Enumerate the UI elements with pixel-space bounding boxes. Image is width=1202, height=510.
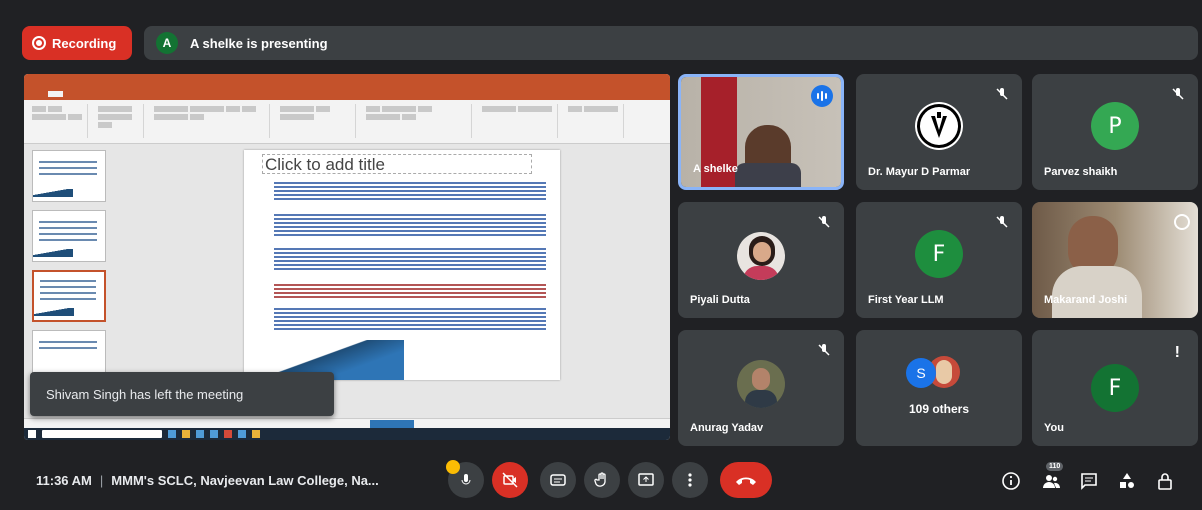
camera-off-icon (502, 472, 518, 488)
slide-bullet (274, 212, 546, 236)
presenting-bar: A A shelke is presenting (144, 26, 1198, 60)
windows-taskbar (24, 428, 670, 440)
people-icon (1043, 475, 1061, 488)
participant-count-badge: 110 (1046, 462, 1064, 471)
record-icon (32, 36, 46, 50)
recording-label: Recording (52, 35, 117, 51)
ppt-title-bar (24, 74, 670, 88)
more-options-button[interactable] (672, 462, 708, 498)
slide-bullet (274, 306, 546, 332)
participant-avatar (737, 360, 785, 408)
current-slide[interactable]: Click to add title (244, 150, 560, 380)
participant-tile[interactable]: A shelke (678, 74, 844, 190)
taskbar-search[interactable] (42, 430, 162, 438)
participant-tile[interactable]: Makarand Joshi (1032, 202, 1198, 318)
participant-name: You (1044, 422, 1064, 434)
participant-avatar (915, 102, 963, 150)
participant-name: Dr. Mayur D Parmar (868, 166, 971, 178)
group-avatar: S (906, 358, 936, 388)
mic-off-icon (996, 216, 1008, 228)
info-icon (1002, 472, 1020, 490)
people-button[interactable]: 110 (1040, 462, 1064, 492)
mic-off-icon (1172, 88, 1184, 100)
mic-off-icon (818, 216, 830, 228)
mic-icon (461, 474, 471, 485)
participant-name: Piyali Dutta (690, 294, 750, 306)
slide-bullet (274, 282, 546, 300)
slide-thumbnail[interactable] (32, 210, 106, 262)
microphone-button[interactable] (446, 460, 484, 498)
slide-bullet (274, 246, 546, 272)
chat-button[interactable] (1078, 470, 1100, 492)
participant-name: A shelke (693, 163, 738, 175)
mic-off-icon (996, 88, 1008, 100)
recording-indicator[interactable]: Recording (22, 26, 132, 60)
bottom-control-bar: 11:36 AM | MMM's SCLC, Navjeevan Law Colle… (0, 456, 1202, 510)
presenter-avatar: A (156, 32, 178, 54)
slide-thumbnail-selected[interactable] (32, 270, 106, 322)
participant-tile[interactable]: S 109 others (856, 330, 1022, 446)
speaking-indicator-icon (811, 85, 833, 107)
alert-icon[interactable]: ! (1175, 344, 1180, 362)
warning-badge-icon (446, 460, 460, 474)
meeting-info: 11:36 AM | MMM's SCLC, Navjeevan Law Colle… (36, 473, 379, 488)
camera-button[interactable] (492, 462, 528, 498)
host-controls-button[interactable] (1154, 470, 1176, 492)
top-bar: Recording A A shelke is presenting (22, 26, 1198, 60)
ppt-ribbon-tabs (24, 88, 670, 100)
participant-tile[interactable]: Piyali Dutta (678, 202, 844, 318)
meeting-details-button[interactable] (1000, 470, 1022, 492)
hang-up-icon (736, 477, 756, 485)
participant-name: Makarand Joshi (1044, 294, 1128, 306)
others-count: 109 others (908, 402, 970, 416)
participant-name: First Year LLM (868, 294, 944, 306)
captions-button[interactable] (540, 462, 576, 498)
more-vert-icon (688, 473, 692, 487)
participant-tile[interactable]: F First Year LLM (856, 202, 1022, 318)
participant-tile-self[interactable]: ! F You (1032, 330, 1198, 446)
pin-icon[interactable] (1174, 214, 1190, 230)
participant-name: Parvez shaikh (1044, 166, 1118, 178)
presenting-text: A shelke is presenting (190, 35, 328, 51)
chat-icon (1081, 473, 1097, 490)
toast-message: Shivam Singh has left the meeting (46, 386, 244, 402)
slide-title-placeholder[interactable]: Click to add title (262, 154, 532, 174)
activities-button[interactable] (1116, 470, 1138, 492)
present-icon (638, 473, 654, 486)
participant-avatar (737, 232, 785, 280)
leave-call-button[interactable] (720, 462, 772, 498)
ppt-ribbon (24, 100, 670, 144)
participant-avatar: F (915, 230, 963, 278)
participant-avatar: F (1091, 364, 1139, 412)
ppt-status-bar (24, 418, 670, 428)
meeting-name[interactable]: MMM's SCLC, Navjeevan Law College, Na... (111, 473, 379, 488)
slide-thumbnail[interactable] (32, 150, 106, 202)
participant-name: Anurag Yadav (690, 422, 764, 434)
mic-off-icon (818, 344, 830, 356)
participant-tile[interactable]: Dr. Mayur D Parmar (856, 74, 1022, 190)
raise-hand-button[interactable] (584, 462, 620, 498)
current-time: 11:36 AM (36, 473, 92, 488)
notification-toast: Shivam Singh has left the meeting (30, 372, 334, 416)
slide-bullet (274, 180, 546, 202)
hand-icon (594, 472, 606, 487)
participant-tile[interactable]: P Parvez shaikh (1032, 74, 1198, 190)
captions-icon (550, 474, 566, 486)
participant-avatar: P (1091, 102, 1139, 150)
shapes-icon (1120, 473, 1134, 488)
present-screen-button[interactable] (628, 462, 664, 498)
participant-tile[interactable]: Anurag Yadav (678, 330, 844, 446)
lock-person-icon (1158, 473, 1172, 490)
